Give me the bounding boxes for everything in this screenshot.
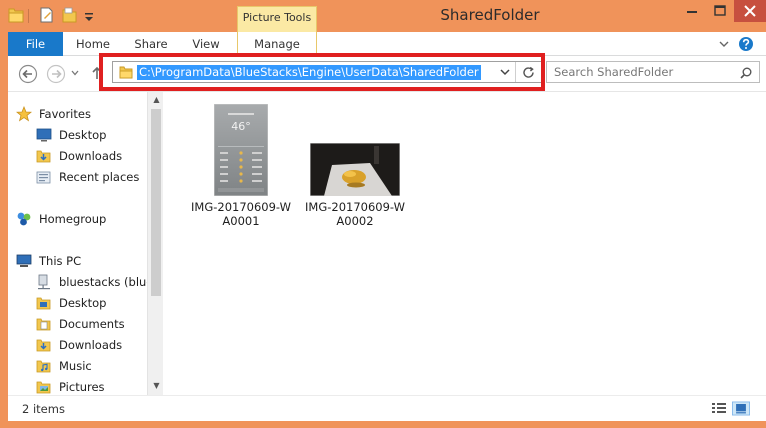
thumbnail-dark-photo bbox=[310, 143, 400, 196]
scroll-up-arrow-icon[interactable]: ▲ bbox=[148, 92, 163, 108]
content-area: Favorites Desktop Downloads Recent place… bbox=[8, 92, 766, 395]
file-name-line: A0001 bbox=[222, 214, 260, 228]
desktop-icon bbox=[36, 128, 52, 142]
nav-item-label: Downloads bbox=[59, 149, 123, 163]
network-drive-icon bbox=[38, 274, 50, 290]
maximize-icon[interactable] bbox=[706, 0, 734, 22]
nav-item-label: bluestacks (blues bbox=[59, 275, 160, 289]
status-bar: 2 items bbox=[8, 395, 766, 421]
folder-icon[interactable] bbox=[8, 6, 24, 24]
nav-item-label: Pictures bbox=[59, 380, 105, 394]
recent-places-icon bbox=[36, 171, 51, 184]
window-title: SharedFolder bbox=[440, 6, 540, 24]
recent-locations-dropdown-icon[interactable] bbox=[70, 68, 80, 78]
file-name-line: A0002 bbox=[336, 214, 374, 228]
properties-icon[interactable] bbox=[38, 6, 54, 24]
explorer-window: Picture Tools SharedFolder File Home Sha… bbox=[0, 0, 766, 428]
documents-icon bbox=[36, 318, 51, 331]
ribbon-expand-icon[interactable] bbox=[718, 39, 730, 49]
weather-temperature-text: 46° bbox=[231, 120, 251, 133]
scroll-down-arrow-icon[interactable]: ▼ bbox=[148, 378, 163, 394]
picture-tools-context-tab: Picture Tools bbox=[237, 6, 317, 32]
navigation-scrollbar[interactable]: ▲ ▼ bbox=[147, 92, 163, 395]
thumbnail-weather-screenshot bbox=[214, 104, 268, 196]
window-border-bottom bbox=[0, 421, 766, 428]
back-icon[interactable] bbox=[18, 64, 38, 84]
file-name: IMG-20170609-W A0001 bbox=[185, 200, 297, 228]
file-name: IMG-20170609-W A0002 bbox=[299, 200, 411, 228]
file-name-line: IMG-20170609-W bbox=[305, 200, 405, 214]
help-icon[interactable] bbox=[738, 36, 754, 52]
customize-qat-icon[interactable] bbox=[84, 6, 94, 24]
nav-homegroup-label: Homegroup bbox=[39, 212, 107, 226]
nav-item-label: Music bbox=[59, 359, 92, 373]
large-icons-view-icon[interactable] bbox=[732, 400, 750, 417]
downloads-folder-icon bbox=[36, 339, 51, 352]
forward-icon[interactable] bbox=[46, 64, 66, 84]
nav-item-label: Downloads bbox=[59, 338, 123, 352]
details-view-icon[interactable] bbox=[710, 400, 728, 417]
nav-item-label: Desktop bbox=[59, 296, 107, 310]
search-input[interactable]: Search SharedFolder bbox=[554, 65, 673, 79]
title-bar: Picture Tools SharedFolder bbox=[0, 0, 766, 32]
nav-item-label: Recent places bbox=[59, 170, 140, 184]
item-count: 2 items bbox=[22, 402, 65, 416]
file-item[interactable]: 46° IMG-20170609-W A0001 bbox=[185, 104, 297, 234]
favorites-star-icon bbox=[16, 106, 32, 122]
homegroup-icon bbox=[17, 212, 31, 226]
close-icon[interactable] bbox=[734, 0, 766, 22]
minimize-icon[interactable] bbox=[678, 0, 706, 22]
music-icon bbox=[36, 360, 51, 373]
file-list: 46° IMG-20170609-W A0001 IMG-20170609-W … bbox=[165, 92, 766, 395]
pictures-icon bbox=[36, 381, 51, 394]
new-folder-icon[interactable] bbox=[62, 6, 78, 24]
file-item[interactable]: IMG-20170609-W A0002 bbox=[299, 104, 411, 234]
address-highlight-box bbox=[99, 53, 545, 91]
search-icon[interactable] bbox=[739, 66, 753, 80]
nav-item-label: Documents bbox=[59, 317, 125, 331]
this-pc-icon bbox=[16, 254, 32, 267]
downloads-icon bbox=[36, 150, 51, 163]
scroll-thumb[interactable] bbox=[151, 109, 161, 296]
nav-favorites-label: Favorites bbox=[39, 107, 91, 121]
nav-this-pc-label: This PC bbox=[39, 254, 82, 268]
file-name-line: IMG-20170609-W bbox=[191, 200, 291, 214]
navigation-pane: Favorites Desktop Downloads Recent place… bbox=[8, 92, 163, 395]
search-box[interactable]: Search SharedFolder bbox=[546, 61, 760, 83]
qat-divider bbox=[28, 9, 29, 23]
tab-file[interactable]: File bbox=[8, 32, 63, 56]
desktop-folder-icon bbox=[36, 297, 51, 310]
nav-item-label: Desktop bbox=[59, 128, 107, 142]
